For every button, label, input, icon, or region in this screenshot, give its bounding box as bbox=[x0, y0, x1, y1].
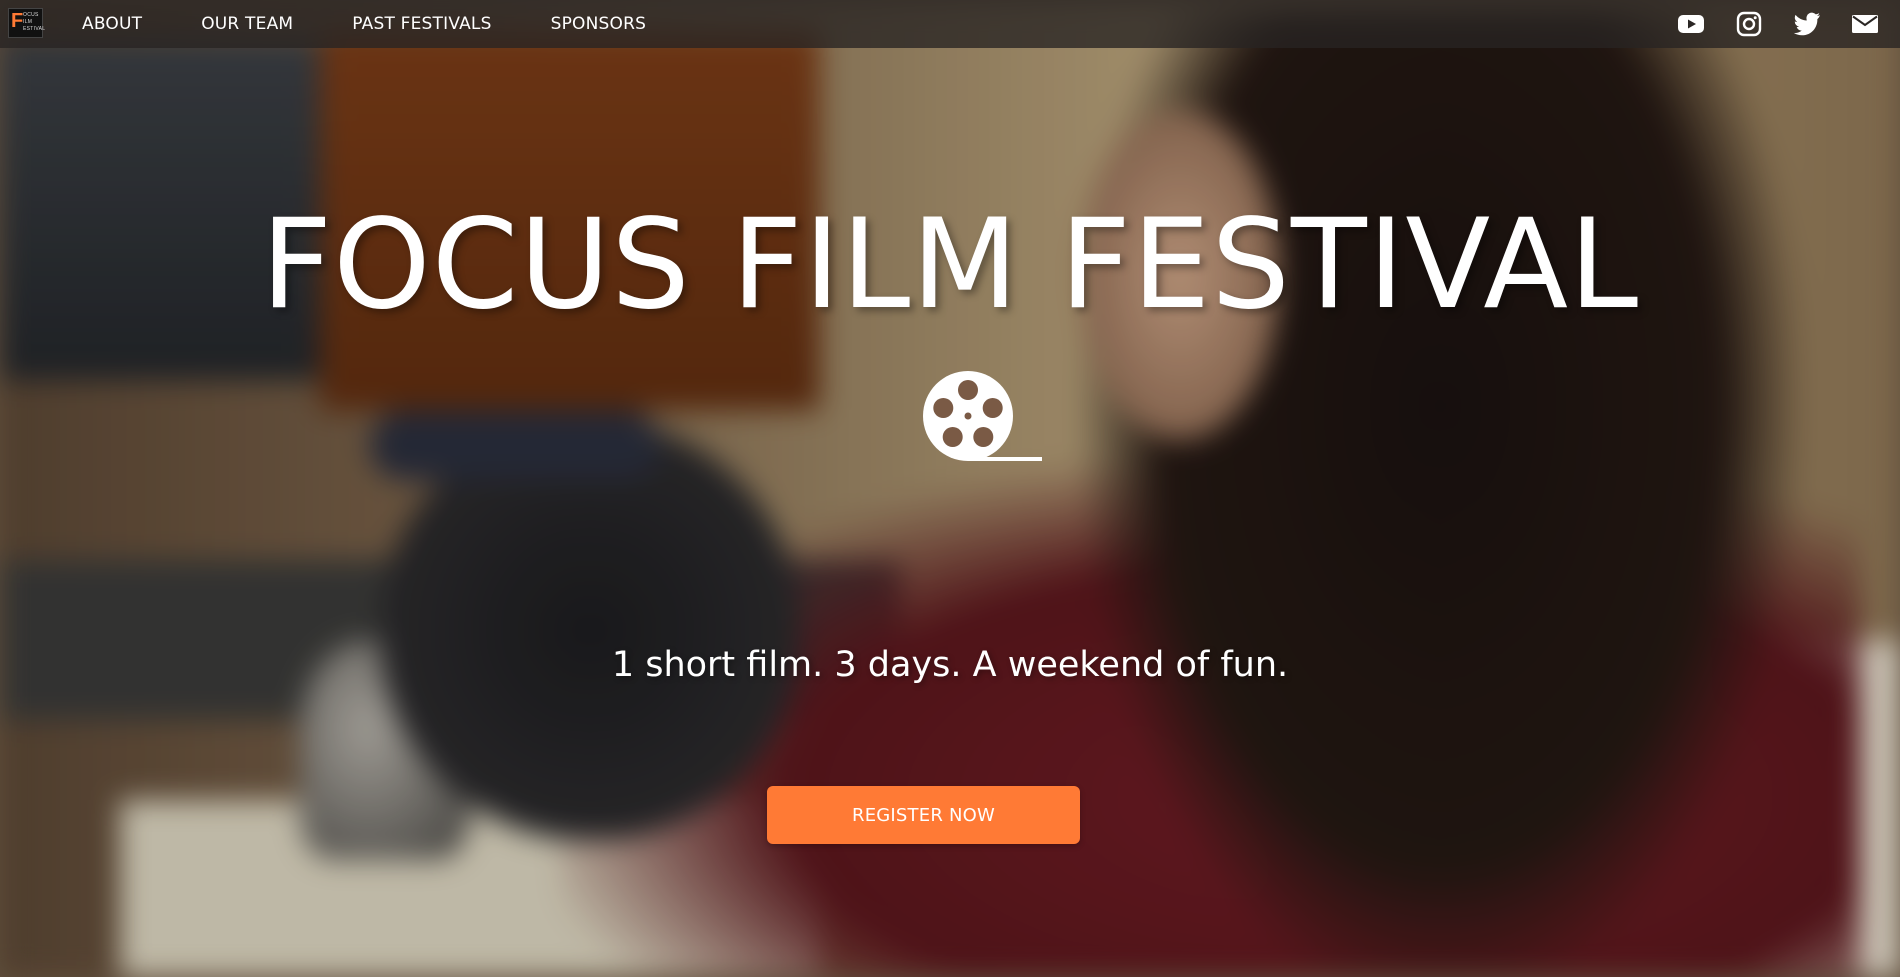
hero-title: FOCUS FILM FESTIVAL bbox=[260, 193, 1640, 337]
youtube-icon[interactable] bbox=[1676, 9, 1706, 39]
logo-wordmark: OCUS ILM ESTIVAL bbox=[23, 12, 46, 32]
nav-links: ABOUT OUR TEAM PAST FESTIVALS SPONSORS bbox=[82, 0, 705, 48]
instagram-icon[interactable] bbox=[1734, 9, 1764, 39]
site-logo[interactable]: F OCUS ILM ESTIVAL bbox=[8, 8, 46, 38]
twitter-icon[interactable] bbox=[1792, 9, 1822, 39]
film-reel-icon bbox=[920, 368, 1044, 464]
social-links bbox=[1648, 0, 1880, 48]
nav-link-our-team[interactable]: OUR TEAM bbox=[201, 14, 293, 34]
hero-tagline: 1 short film. 3 days. A weekend of fun. bbox=[611, 645, 1289, 685]
hero-section: F OCUS ILM ESTIVAL ABOUT OUR TEAM PAST F… bbox=[0, 0, 1900, 977]
nav-link-sponsors[interactable]: SPONSORS bbox=[551, 14, 647, 34]
nav-link-past-festivals[interactable]: PAST FESTIVALS bbox=[352, 14, 491, 34]
navbar: F OCUS ILM ESTIVAL ABOUT OUR TEAM PAST F… bbox=[0, 0, 1900, 48]
register-now-button[interactable]: REGISTER NOW bbox=[767, 786, 1080, 844]
logo-letter: F bbox=[11, 10, 24, 32]
mail-icon[interactable] bbox=[1850, 9, 1880, 39]
nav-link-about[interactable]: ABOUT bbox=[82, 14, 142, 34]
